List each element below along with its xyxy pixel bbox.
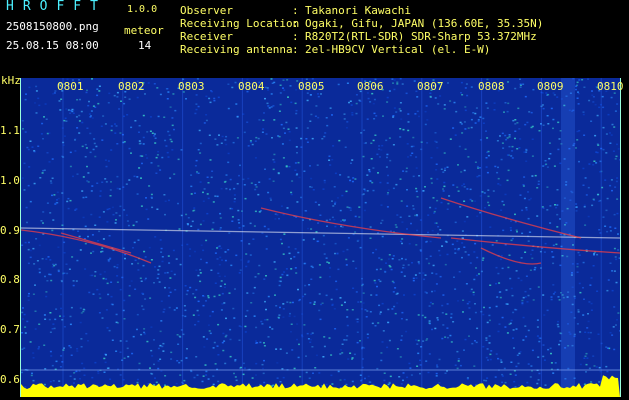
antenna-colon: :	[292, 43, 299, 56]
observer-label: Observer	[180, 4, 233, 17]
location-label: Receiving Location	[180, 17, 300, 30]
time-tick: 0805	[298, 80, 325, 93]
time-tick: 0801	[57, 80, 84, 93]
location-value: Ogaki, Gifu, JAPAN (136.60E, 35.35N)	[305, 17, 544, 30]
app-title: HROFFT	[6, 0, 107, 14]
antenna-value: 2el-HB9CV Vertical (el. E-W)	[305, 43, 491, 56]
meteor-label: meteor	[124, 24, 164, 37]
time-tick: 0806	[357, 80, 384, 93]
time-tick: 0802	[118, 80, 145, 93]
freq-tick: 0.8	[0, 273, 20, 286]
freq-tick: 0.9	[0, 224, 20, 237]
file-name: 2508150800.png	[6, 20, 99, 33]
freq-tick: 1.0	[0, 174, 20, 187]
time-tick: 0808	[478, 80, 505, 93]
time-tick: 0807	[417, 80, 444, 93]
time-tick: 0810	[597, 80, 624, 93]
freq-tick: 0.7	[0, 323, 20, 336]
observer-value: Takanori Kawachi	[305, 4, 411, 17]
observer-colon: :	[292, 4, 299, 17]
time-tick: 0804	[238, 80, 265, 93]
spectrogram-canvas	[21, 78, 620, 397]
location-colon: :	[292, 17, 299, 30]
time-tick: 0803	[178, 80, 205, 93]
antenna-label: Receiving antenna	[180, 43, 293, 56]
app-version: 1.0.0	[127, 4, 158, 15]
spectrogram-plot	[20, 78, 621, 397]
receiver-label: Receiver	[180, 30, 233, 43]
meteor-count: 14	[138, 39, 152, 52]
freq-tick: 1.1	[0, 124, 20, 137]
time-tick: 0809	[537, 80, 564, 93]
receiver-value: R820T2(RTL-SDR) SDR-Sharp 53.372MHz	[305, 30, 537, 43]
freq-tick: 0.6	[0, 373, 20, 386]
file-datetime: 25.08.15 08:00	[6, 39, 99, 52]
receiver-colon: :	[292, 30, 299, 43]
freq-unit-label: kHz	[1, 74, 21, 87]
